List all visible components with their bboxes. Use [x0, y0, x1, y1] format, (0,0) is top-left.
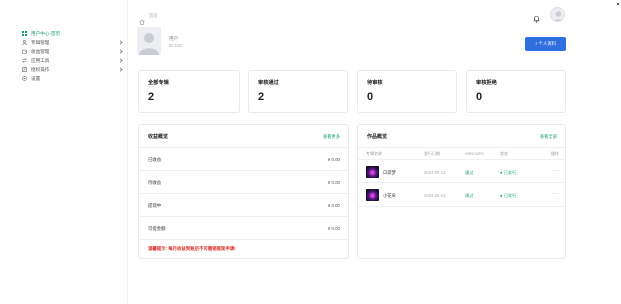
sidebar-item-home[interactable]: 用户中心-首页 — [22, 29, 122, 38]
chevron-right-icon — [118, 40, 123, 45]
works-view-all-link[interactable]: 查看全部 — [540, 134, 557, 140]
user-avatar[interactable] — [550, 7, 565, 22]
works-panel: 作品概览 查看全部 专辑名称 发行日期 ISRC/UPC 状态 操作 口袋梦 2… — [357, 124, 566, 259]
stat-label: 全部专辑 — [148, 80, 169, 86]
income-label: 已收益 — [148, 157, 162, 162]
sidebar-item-settings[interactable]: 设置 — [22, 74, 122, 83]
stat-label: 审核通过 — [258, 80, 279, 86]
user-icon — [22, 40, 27, 46]
panel-title: 收益概览 — [148, 134, 169, 140]
stat-card-rejected: 审核拒绝 0 — [466, 70, 566, 113]
status-badge: ● 已发行 — [500, 193, 517, 198]
sidebar-item-tools[interactable]: 应用工具 — [22, 56, 123, 65]
stat-label: 审核拒绝 — [476, 80, 497, 86]
sidebar-item-albums[interactable]: 专辑管理 — [22, 38, 123, 47]
bell-icon[interactable] — [533, 10, 540, 23]
home-icon[interactable] — [139, 12, 145, 25]
stat-value: 2 — [148, 91, 155, 103]
sidebar-item-label: 设置 — [31, 75, 41, 81]
table-row[interactable]: 口袋梦 2024-05-13 通过 ● 已发行 ··· — [358, 159, 565, 183]
chevron-right-icon — [118, 67, 123, 72]
column-header: 状态 — [500, 151, 508, 156]
income-row: 已收益 ¥ 0.00 — [139, 148, 348, 171]
stat-card-pending: 待审核 0 — [357, 70, 457, 113]
stat-value: 0 — [367, 91, 374, 103]
wallet-icon — [22, 49, 27, 54]
topbar: 首页 — [129, 0, 621, 30]
sidebar-item-authorize[interactable]: 授权操作 — [22, 65, 123, 74]
swap-icon — [22, 58, 27, 63]
divider — [358, 147, 565, 148]
album-code: 通过 — [465, 193, 474, 198]
stat-card-all-albums: 全部专辑 2 — [138, 70, 240, 113]
income-row: 提现中 ¥ 0.00 — [139, 194, 348, 217]
income-panel: 收益概览 查看更多 已收益 ¥ 0.00 待收益 ¥ 0.00 提现中 ¥ 0.… — [138, 124, 349, 259]
table-row[interactable]: 小花朵 2024-05-14 通过 ● 已发行 ··· — [358, 183, 565, 207]
album-code: 通过 — [465, 170, 474, 175]
album-date: 2024-05-13 — [424, 170, 446, 175]
income-view-more-link[interactable]: 查看更多 — [323, 134, 340, 140]
grid-icon — [22, 31, 27, 36]
chevron-right-icon — [118, 49, 123, 54]
income-label: 提现中 — [148, 203, 162, 208]
income-row: 待收益 ¥ 0.00 — [139, 171, 348, 194]
album-cover-thumbnail — [366, 166, 379, 178]
stat-card-approved: 审核通过 2 — [248, 70, 348, 113]
income-row: 可提金额 ¥ 0.00 — [139, 217, 348, 240]
settings-icon — [22, 76, 27, 81]
sidebar-item-income[interactable]: 收益管理 — [22, 47, 123, 56]
more-actions-icon[interactable]: ··· — [552, 191, 560, 197]
sidebar-item-label: 专辑管理 — [31, 39, 50, 45]
column-header: ISRC/UPC — [465, 151, 485, 156]
stat-label: 待审核 — [367, 80, 383, 86]
sidebar-item-label: 收益管理 — [31, 48, 50, 54]
column-header: 操作 — [551, 151, 559, 156]
income-value: ¥ 0.00 — [327, 203, 340, 208]
breadcrumb[interactable]: 首页 — [149, 13, 158, 19]
chevron-right-icon — [118, 58, 123, 63]
sidebar-nav: 用户中心-首页 专辑管理 收益管理 应用工具 授权操作 设置 — [22, 29, 123, 83]
album-name: 小花朵 — [383, 193, 396, 198]
income-label: 可提金额 — [148, 226, 166, 231]
panel-title: 作品概览 — [367, 134, 388, 140]
column-header: 发行日期 — [424, 151, 440, 156]
income-value: ¥ 0.00 — [327, 157, 340, 162]
column-header: 专辑名称 — [366, 151, 382, 156]
profile-id: ID:132 — [169, 43, 182, 48]
income-warning: 温馨提示: 每月收益到账后不可撤销提现申请! — [148, 246, 236, 251]
profile-avatar — [137, 27, 161, 55]
profile-name: 用户 — [169, 36, 179, 41]
profile-button[interactable]: + 个人资料 — [525, 37, 566, 51]
income-label: 待收益 — [148, 180, 162, 185]
sidebar: 用户中心-首页 专辑管理 收益管理 应用工具 授权操作 设置 — [0, 0, 128, 304]
status-badge: ● 已发行 — [500, 170, 517, 175]
income-value: ¥ 0.00 — [327, 180, 340, 185]
stat-value: 2 — [258, 91, 265, 103]
sidebar-item-label: 授权操作 — [31, 66, 50, 72]
album-cover-thumbnail — [366, 189, 379, 201]
income-value: ¥ 0.00 — [327, 226, 340, 231]
album-name: 口袋梦 — [383, 170, 396, 175]
edit-icon — [22, 67, 27, 72]
sidebar-item-label: 用户中心-首页 — [31, 30, 61, 36]
more-actions-icon[interactable]: ··· — [552, 168, 560, 174]
stat-value: 0 — [476, 91, 483, 103]
album-date: 2024-05-14 — [424, 193, 446, 198]
sidebar-item-label: 应用工具 — [31, 57, 50, 63]
